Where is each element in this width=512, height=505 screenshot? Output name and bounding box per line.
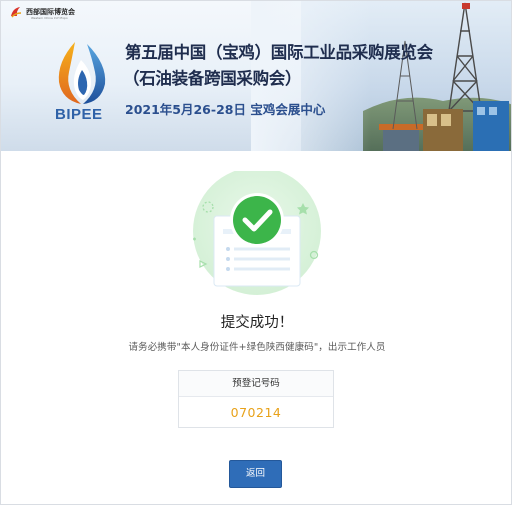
bipee-emblem-icon [58, 42, 106, 104]
back-button[interactable]: 返回 [229, 460, 282, 488]
bipee-brand-text: BIPEE [55, 106, 103, 123]
organizer-logo-icon [11, 7, 22, 18]
expo-banner: 西部国际博览会 Western China Int'l Expo BIPEE 第… [1, 1, 511, 151]
expo-title-line1: 第五届中国（宝鸡）国际工业品采购展览会 [125, 43, 433, 62]
organizer-logo-subtext: Western China Int'l Expo [31, 16, 68, 20]
expo-date-venue: 2021年5月26-28日 宝鸡会展中心 [125, 102, 326, 117]
expo-title-line2: （石油装备跨国采购会） [123, 69, 302, 88]
notice-text: 请务必携带"本人身份证件+绿色陕西健康码"，出示工作人员 [128, 342, 386, 353]
registration-result-page: 西部国际博览会 Western China Int'l Expo BIPEE 第… [0, 0, 512, 505]
registration-code-value: 070214 [230, 405, 282, 420]
registration-code-box: 预登记号码 070214 [178, 370, 334, 428]
success-title: 提交成功！ [220, 315, 294, 331]
check-circle-icon [230, 193, 284, 247]
registration-code-label: 预登记号码 [179, 371, 333, 397]
success-illustration [193, 171, 321, 295]
